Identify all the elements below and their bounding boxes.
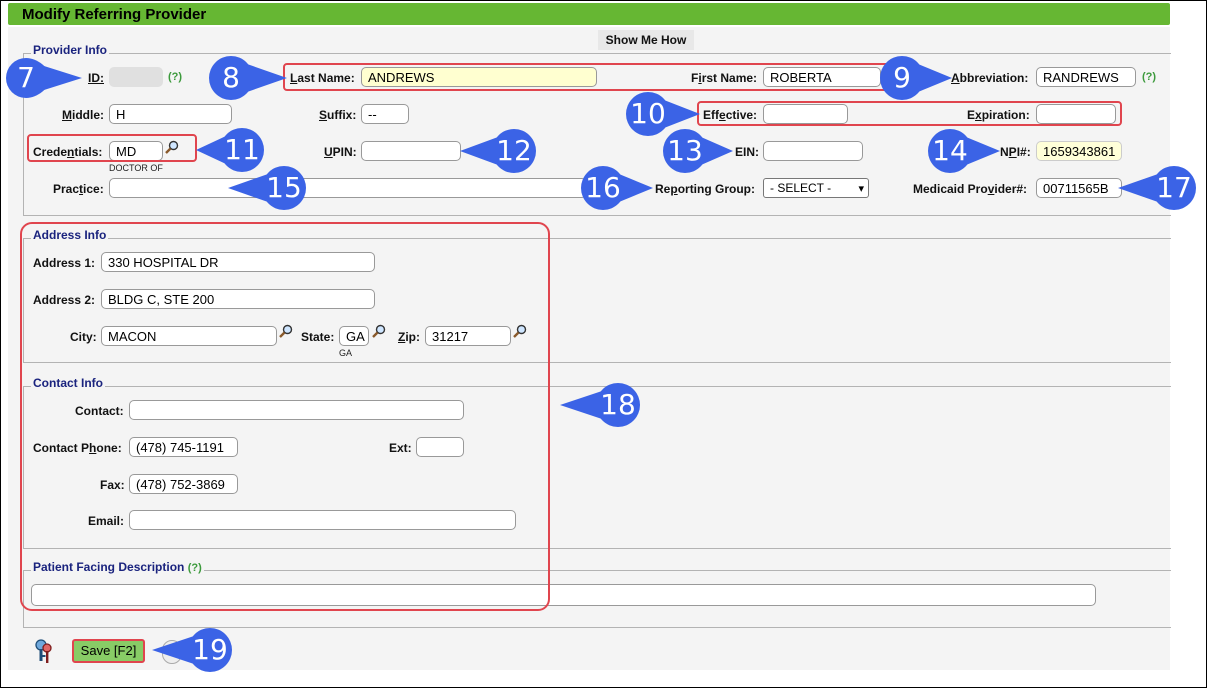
suffix-input[interactable]: -- (361, 104, 409, 124)
chevron-down-icon: ▾ (858, 183, 864, 195)
id-label: ID: (88, 71, 104, 85)
callout-15: 15 (228, 166, 308, 210)
practice-label: Practice: (53, 182, 104, 196)
callout-9: 9 (868, 56, 952, 100)
reporting-group-label: Reporting Group: (655, 182, 756, 196)
callout-7: 7 (4, 56, 84, 100)
callout-13-number: 13 (667, 134, 703, 167)
callout-14: 14 (916, 129, 1000, 173)
callout-16: 16 (569, 166, 653, 210)
upin-label: UPIN: (324, 145, 357, 159)
callout-8-number: 8 (222, 61, 240, 94)
callout-8: 8 (203, 56, 287, 100)
middle-label: Middle: (62, 108, 104, 122)
abbreviation-input[interactable]: RANDREWS (1036, 67, 1136, 87)
highlight-address-contact (20, 222, 550, 611)
id-help-link[interactable]: (?) (168, 71, 182, 83)
highlight-credentials (27, 134, 197, 162)
show-me-how-button[interactable]: Show Me How (598, 30, 694, 50)
ein-label: EIN: (735, 145, 759, 159)
title-bar: Modify Referring Provider (8, 3, 1170, 25)
callout-9-number: 9 (893, 61, 911, 94)
callout-12: 12 (460, 129, 538, 173)
callout-17-number: 17 (1156, 171, 1192, 204)
callout-7-number: 7 (17, 61, 35, 94)
callout-12-number: 12 (496, 134, 532, 167)
practice-input[interactable] (109, 178, 587, 198)
medicaid-label: Medicaid Provider#: (913, 182, 1028, 196)
callout-19: 19 (152, 628, 234, 672)
id-field (109, 67, 163, 87)
callout-14-number: 14 (932, 134, 968, 167)
reporting-group-value: - SELECT - (770, 181, 832, 195)
highlight-name-fields (283, 63, 890, 91)
window-title: Modify Referring Provider (22, 6, 207, 23)
provider-info-legend: Provider Info (31, 43, 110, 57)
upin-input[interactable] (361, 141, 461, 161)
reporting-group-select[interactable]: - SELECT - ▾ (763, 178, 869, 198)
callout-18: 18 (560, 383, 642, 427)
npi-input[interactable]: 1659343861 (1036, 141, 1122, 161)
npi-label: NPI#: (1000, 145, 1031, 159)
callout-18-number: 18 (600, 388, 636, 421)
credentials-description: DOCTOR OF (109, 163, 163, 173)
abbreviation-label: Abbreviation: (951, 71, 1029, 85)
highlight-effective-expiration (697, 101, 1122, 126)
save-button[interactable]: Save [F2] (72, 639, 145, 663)
ein-input[interactable] (763, 141, 863, 161)
keys-icon[interactable] (32, 638, 56, 666)
callout-19-number: 19 (192, 633, 228, 666)
callout-15-number: 15 (266, 171, 302, 204)
callout-13: 13 (651, 129, 733, 173)
middle-input[interactable]: H (109, 104, 232, 124)
medicaid-input[interactable]: 00711565B (1036, 178, 1122, 198)
suffix-label: Suffix: (319, 108, 357, 122)
callout-17: 17 (1118, 166, 1198, 210)
abbreviation-help-link[interactable]: (?) (1142, 71, 1156, 83)
callout-16-number: 16 (585, 171, 621, 204)
